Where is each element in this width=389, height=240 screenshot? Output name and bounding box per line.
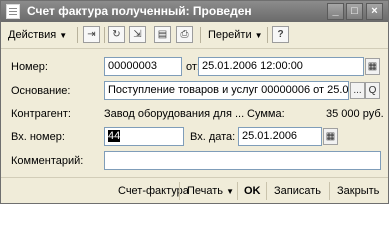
incoming-number-label: Вх. номер: — [11, 131, 65, 143]
comment-label: Комментарий: — [11, 155, 84, 167]
bottom-separator — [179, 182, 180, 200]
incoming-date-label: Вх. дата: — [190, 131, 236, 143]
print-icon[interactable]: ⎙ — [176, 26, 193, 43]
window-title: Счет фактура полученный: Проведен — [27, 4, 252, 18]
chevron-down-icon: ▼ — [254, 31, 263, 40]
toolbar-separator — [200, 27, 201, 43]
calendar-icon[interactable]: ▦ — [323, 128, 338, 145]
actions-menu-label: Действия — [8, 29, 57, 41]
toolbar-separator — [104, 27, 105, 43]
print-menu-label: Печать — [187, 185, 224, 197]
save-button[interactable]: Записать — [274, 183, 321, 199]
structure-icon[interactable]: ▤ — [154, 26, 171, 43]
bottom-separator — [237, 182, 238, 200]
date-field[interactable]: 25.01.2006 12:00:00 — [198, 57, 364, 76]
maximize-button[interactable]: □ — [346, 3, 363, 20]
select-basis-button[interactable]: ... — [350, 82, 365, 99]
help-button[interactable]: ? — [272, 26, 289, 43]
basis-field[interactable]: Поступление товаров и услуг 00000006 от … — [104, 81, 349, 100]
goto-menu-label: Перейти — [208, 29, 252, 41]
bottom-separator — [329, 182, 330, 200]
number-label: Номер: — [11, 61, 48, 73]
bottom-bar: Счет-фактура Печать ▼ OK Записать Закрыт… — [1, 177, 388, 203]
go-to-icon[interactable]: ⇥ — [83, 26, 100, 43]
chevron-down-icon: ▼ — [226, 187, 235, 196]
refresh-icon[interactable]: ↻ — [108, 26, 125, 43]
number-field[interactable]: 00000003 — [104, 57, 182, 76]
close-button[interactable]: Закрыть — [337, 183, 379, 199]
toolbar-separator — [267, 27, 268, 43]
goto-menu[interactable]: Перейти ▼ — [204, 25, 267, 45]
close-window-button[interactable]: × — [366, 3, 383, 20]
sum-label: Сумма: — [247, 108, 285, 120]
chevron-down-icon: ▼ — [59, 31, 68, 40]
document-icon — [6, 4, 20, 19]
incoming-number-field[interactable]: 44 — [104, 127, 184, 146]
title-bar: Счет фактура полученный: Проведен _ □ × — [1, 1, 388, 22]
post-icon[interactable]: ⇲ — [129, 26, 146, 43]
contractor-label: Контрагент: — [11, 108, 71, 120]
incoming-date-field[interactable]: 25.01.2006 — [238, 127, 322, 146]
contractor-value[interactable]: Завод оборудования для ... — [104, 108, 244, 120]
calendar-icon[interactable]: ▦ — [365, 58, 380, 75]
actions-menu[interactable]: Действия ▼ — [4, 25, 71, 45]
basis-label: Основание: — [11, 85, 71, 97]
toolbar-separator — [77, 27, 78, 43]
open-basis-button[interactable]: Q — [365, 82, 380, 99]
invoice-window: Счет фактура полученный: Проведен _ □ × … — [0, 0, 389, 204]
minimize-button[interactable]: _ — [327, 3, 344, 20]
comment-field[interactable] — [104, 151, 381, 170]
ok-button[interactable]: OK — [244, 183, 261, 199]
toolbar: Действия ▼ ⇥ ↻ ⇲ ▤ ⎙ Перейти ▼ ? — [1, 22, 388, 49]
sum-value: 35 000 руб. — [326, 108, 384, 120]
bottom-separator — [266, 182, 267, 200]
incoming-number-value: 44 — [108, 130, 121, 142]
print-menu-button[interactable]: Печать ▼ — [187, 183, 234, 199]
